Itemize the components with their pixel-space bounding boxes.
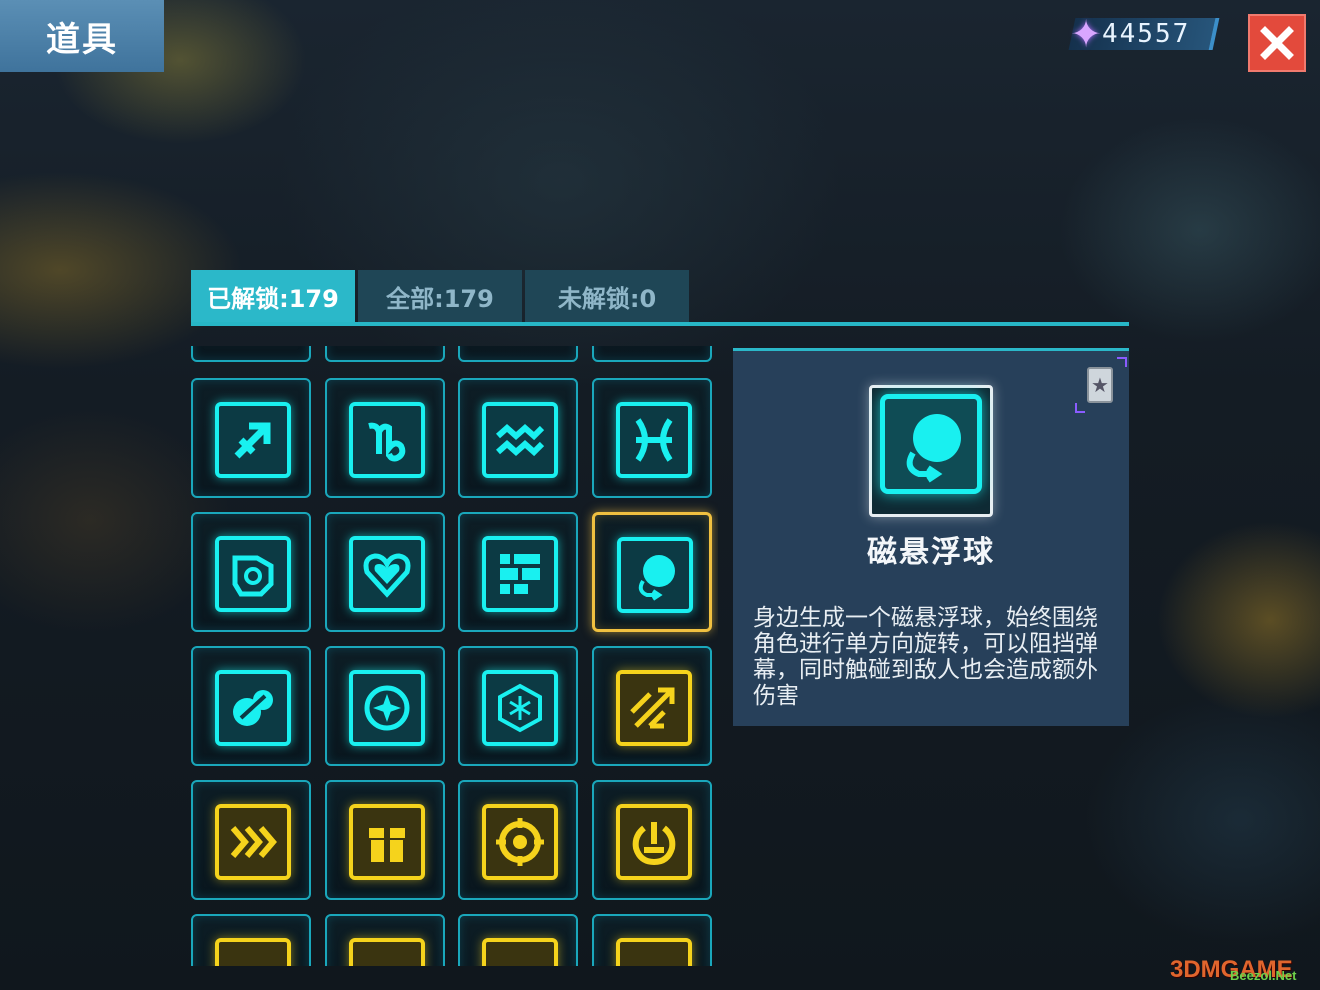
tab-unlocked[interactable]: 已解锁:179: [191, 270, 355, 324]
page-title: 道具: [0, 0, 164, 72]
item-slot-snowflake[interactable]: [458, 646, 578, 766]
item-slot-aquarius[interactable]: [458, 378, 578, 498]
yellow-item-icon: [482, 938, 558, 966]
corner-bracket: [1117, 357, 1127, 367]
currency-value: 44557: [1102, 19, 1191, 49]
item-slot-power[interactable]: [592, 780, 712, 900]
item-slot-fist[interactable]: [191, 512, 311, 632]
item-slot-swap-arrows[interactable]: [592, 646, 712, 766]
item-slot-partial[interactable]: [592, 346, 712, 362]
snowflake-icon: [482, 670, 558, 746]
yellow-item-icon: [215, 938, 291, 966]
orb-icon: [880, 394, 982, 494]
swap-arrows-icon: [616, 670, 692, 746]
split-orb-icon: [215, 670, 291, 746]
chevrons-icon: [215, 804, 291, 880]
pisces-icon: [616, 402, 692, 478]
item-slot-partial[interactable]: [191, 346, 311, 362]
item-slot-pisces[interactable]: [592, 378, 712, 498]
item-name: 磁悬浮球: [867, 535, 995, 570]
item-slot-partial[interactable]: [458, 346, 578, 362]
item-slot-target[interactable]: [458, 780, 578, 900]
item-detail-panel: ★ 磁悬浮球 身边生成一个磁悬浮球，始终围绕角色进行单方向旋转，可以阻挡弹幕，同…: [733, 348, 1129, 726]
item-slot-split-orb[interactable]: [191, 646, 311, 766]
purple-star-crystal-icon: ✦: [1070, 12, 1102, 56]
capricorn-icon: [349, 402, 425, 478]
aquarius-icon: [482, 402, 558, 478]
item-description: 身边生成一个磁悬浮球，始终围绕角色进行单方向旋转，可以阻挡弹幕，同时触碰到敌人也…: [753, 605, 1098, 709]
heart-icon: [349, 536, 425, 612]
watermark-subtext: Beezol.Net: [1230, 968, 1297, 983]
filter-tabs: 已解锁:179 全部:179 未解锁:0: [191, 270, 689, 324]
item-slot-sagittarius[interactable]: [191, 378, 311, 498]
sagittarius-icon: [215, 402, 291, 478]
tab-all[interactable]: 全部:179: [358, 270, 522, 324]
compass-icon: [349, 670, 425, 746]
fist-icon: [215, 536, 291, 612]
corner-bracket: [1075, 403, 1085, 413]
item-slot-partial[interactable]: [191, 914, 311, 966]
item-slot-compass[interactable]: [325, 646, 445, 766]
item-slot-partial[interactable]: [325, 346, 445, 362]
power-icon: [616, 804, 692, 880]
orb-icon: [617, 537, 693, 613]
tab-underline: [191, 322, 1129, 326]
yellow-item-icon: [616, 938, 692, 966]
item-slot-gift[interactable]: [325, 780, 445, 900]
item-slot-partial[interactable]: [592, 914, 712, 966]
item-grid[interactable]: [188, 346, 718, 966]
item-slot-capricorn[interactable]: [325, 378, 445, 498]
target-icon: [482, 804, 558, 880]
item-slot-chevrons[interactable]: [191, 780, 311, 900]
item-slot-heart[interactable]: [325, 512, 445, 632]
detail-icon-frame: [869, 385, 993, 517]
item-slot-partial[interactable]: [325, 914, 445, 966]
blocks-icon: [482, 536, 558, 612]
item-slot-blocks[interactable]: [458, 512, 578, 632]
gift-icon: [349, 804, 425, 880]
close-button[interactable]: [1248, 14, 1306, 72]
tab-locked[interactable]: 未解锁:0: [525, 270, 689, 324]
close-icon: [1260, 26, 1294, 60]
star-badge-icon[interactable]: ★: [1087, 367, 1113, 403]
item-slot-magnetic-orb[interactable]: [592, 512, 712, 632]
yellow-item-icon: [349, 938, 425, 966]
item-slot-partial[interactable]: [458, 914, 578, 966]
